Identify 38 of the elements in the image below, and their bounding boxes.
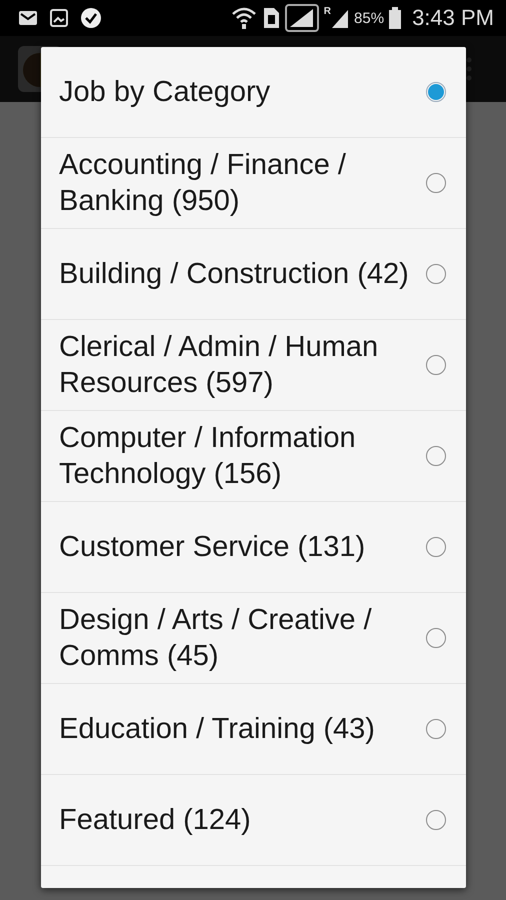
battery-percentage: 85% — [354, 10, 384, 26]
clock: 3:43 PM — [412, 5, 494, 31]
category-option[interactable]: Featured (124) — [41, 775, 466, 866]
image-icon — [50, 9, 68, 27]
option-label: Accounting / Finance / Banking (950) — [59, 148, 347, 219]
option-label: Customer Service (131) — [59, 530, 366, 565]
option-label: Clerical / Admin / Human Resources (597) — [59, 330, 380, 401]
category-option[interactable]: Accounting / Finance / Banking (950) — [41, 138, 466, 229]
radio-button[interactable] — [426, 719, 446, 739]
sim-card-icon — [262, 7, 280, 29]
radio-button[interactable] — [426, 355, 446, 375]
radio-button[interactable] — [426, 810, 446, 830]
category-option[interactable]: Education / Training (43) — [41, 684, 466, 775]
category-option[interactable]: Customer Service (131) — [41, 502, 466, 593]
radio-button[interactable] — [426, 446, 446, 466]
category-option[interactable]: Job by Category — [41, 47, 466, 138]
category-option[interactable]: Building / Construction (42) — [41, 229, 466, 320]
option-label: Computer / Information Technology (156) — [59, 421, 357, 492]
category-option[interactable]: Computer / Information Technology (156) — [41, 411, 466, 502]
radio-button[interactable] — [426, 173, 446, 193]
signal-icon — [284, 4, 319, 32]
option-label: Featured (124) — [59, 803, 252, 838]
option-label: Design / Arts / Creative / Comms (45) — [59, 603, 373, 674]
battery-icon — [389, 7, 402, 29]
radio-button[interactable] — [426, 628, 446, 648]
option-label: Building / Construction (42) — [59, 257, 410, 292]
radio-button[interactable] — [426, 537, 446, 557]
category-option[interactable]: Clerical / Admin / Human Resources (597) — [41, 320, 466, 411]
mail-icon — [18, 9, 38, 27]
overflow-menu-icon — [466, 57, 472, 81]
radio-button[interactable] — [426, 82, 446, 102]
radio-button[interactable] — [426, 264, 446, 284]
roaming-indicator: R — [324, 7, 332, 17]
category-option[interactable]: Design / Arts / Creative / Comms (45) — [41, 593, 466, 684]
option-label: Education / Training (43) — [59, 712, 376, 747]
option-label: Job by Category — [59, 75, 272, 110]
check-circle-icon — [80, 7, 102, 29]
wifi-icon — [230, 6, 257, 30]
